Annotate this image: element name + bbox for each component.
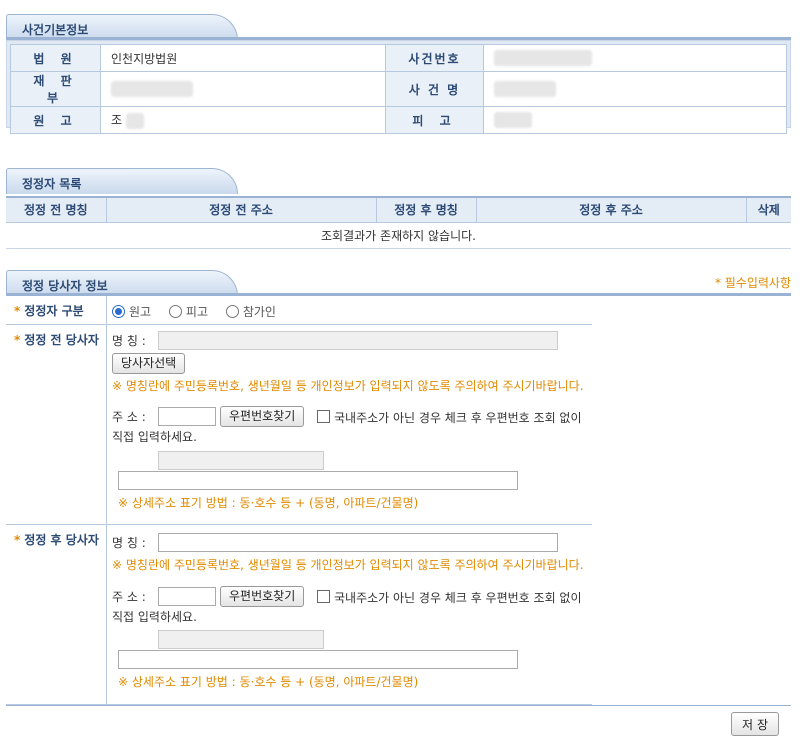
col-before-name: 정정 전 명칭 — [6, 196, 106, 223]
redacted-defendant — [494, 112, 532, 128]
corrector-list-header: 정정자 목록 — [6, 166, 791, 194]
col-delete: 삭제 — [745, 196, 791, 223]
defendant-label: 피 고 — [385, 106, 484, 134]
before-name-label: 명 칭 : — [112, 334, 146, 348]
radio-intervenor-label: 참가인 — [242, 305, 276, 319]
after-name-label: 명 칭 : — [112, 536, 146, 550]
redacted-case-number — [494, 50, 592, 66]
before-party-row: * 정정 전 당사자 명 칭 : 당사자선택 ※ 명칭란에 주민등록번호, 생년월… — [6, 325, 592, 525]
after-foreign-address-note: 국내주소가 아닌 경우 체크 후 우편번호 조회 없이 직접 입력하세요. — [112, 591, 582, 624]
division-value — [100, 71, 386, 107]
corrector-list-title: 정정자 목록 — [22, 177, 82, 191]
case-name-label: 사 건 명 — [385, 71, 484, 107]
court-value: 인천지방법원 — [100, 44, 386, 72]
select-party-button[interactable]: 당사자선택 — [112, 353, 186, 374]
case-number-label: 사건번호 — [385, 44, 484, 72]
form-bottom-divider — [6, 705, 791, 706]
col-before-address: 정정 전 주소 — [105, 196, 376, 223]
radio-plaintiff-label: 원고 — [129, 305, 152, 319]
radio-defendant-label: 피고 — [185, 305, 209, 319]
defendant-value — [483, 106, 787, 134]
party-info-header: 정정 당사자 정보 — [6, 268, 791, 296]
case-info-table: 법 원 인천지방법원 사건번호 재 판 부 사 건 명 원 고 조 피 고 — [10, 44, 787, 134]
division-label: 재 판 부 — [10, 71, 101, 107]
col-after-name: 정정 후 명칭 — [375, 196, 476, 223]
after-name-warning: ※ 명칭란에 주민등록번호, 생년월일 등 개인정보가 입력되지 않도록 주의하… — [112, 558, 584, 572]
required-star: * — [14, 333, 21, 347]
corrector-type-row: * 정정자 구분 원고 피고 참가인 — [6, 296, 592, 325]
table-row-empty: 조회결과가 존재하지 않습니다. — [6, 222, 791, 249]
before-party-label: 정정 전 당사자 — [24, 333, 99, 347]
after-detail-address-input[interactable] — [118, 650, 518, 669]
after-party-label: 정정 후 당사자 — [24, 533, 99, 547]
case-info-title: 사건기본정보 — [22, 23, 89, 37]
required-note: * 필수입력사항 — [714, 276, 791, 290]
case-name-value — [483, 71, 787, 107]
corrector-type-label: 정정자 구분 — [24, 304, 84, 318]
redacted-plaintiff — [125, 112, 144, 129]
before-address-input[interactable] — [158, 451, 324, 470]
after-address-input[interactable] — [158, 630, 324, 649]
court-label: 법 원 — [10, 44, 101, 72]
before-detail-address-hint: ※ 상세주소 표기 방법 : 동·호수 등 + (동명, 아파트/건물명) — [118, 496, 419, 510]
empty-message: 조회결과가 존재하지 않습니다. — [6, 222, 791, 249]
case-number-value — [483, 44, 787, 72]
required-star: * — [14, 304, 21, 318]
case-info-panel: 법 원 인천지방법원 사건번호 재 판 부 사 건 명 원 고 조 피 고 — [6, 40, 791, 134]
corrector-list-table: 정정 전 명칭 정정 전 주소 정정 후 명칭 정정 후 주소 삭제 조회결과가… — [6, 196, 791, 249]
before-name-input[interactable] — [158, 331, 558, 350]
party-info-title: 정정 당사자 정보 — [22, 279, 108, 293]
required-star: * — [14, 533, 21, 547]
before-foreign-address-note: 국내주소가 아닌 경우 체크 후 우편번호 조회 없이 직접 입력하세요. — [112, 411, 582, 444]
case-info-header: 사건기본정보 — [6, 12, 791, 40]
after-detail-address-hint: ※ 상세주소 표기 방법 : 동·호수 등 + (동명, 아파트/건물명) — [118, 675, 419, 689]
radio-plaintiff[interactable] — [112, 305, 125, 318]
plaintiff-label: 원 고 — [10, 106, 101, 134]
before-detail-address-input[interactable] — [118, 471, 518, 490]
radio-intervenor[interactable] — [225, 305, 239, 318]
redacted-case-name — [494, 81, 556, 97]
plaintiff-value: 조 — [100, 106, 386, 134]
after-name-input[interactable] — [158, 533, 558, 552]
redacted-division — [111, 81, 193, 97]
col-after-address: 정정 후 주소 — [475, 196, 746, 223]
save-button[interactable]: 저장 — [731, 712, 779, 736]
radio-defendant[interactable] — [168, 305, 182, 318]
after-party-row: * 정정 후 당사자 명 칭 : ※ 명칭란에 주민등록번호, 생년월일 등 개인… — [6, 525, 592, 705]
before-name-warning: ※ 명칭란에 주민등록번호, 생년월일 등 개인정보가 입력되지 않도록 주의하… — [112, 379, 584, 393]
